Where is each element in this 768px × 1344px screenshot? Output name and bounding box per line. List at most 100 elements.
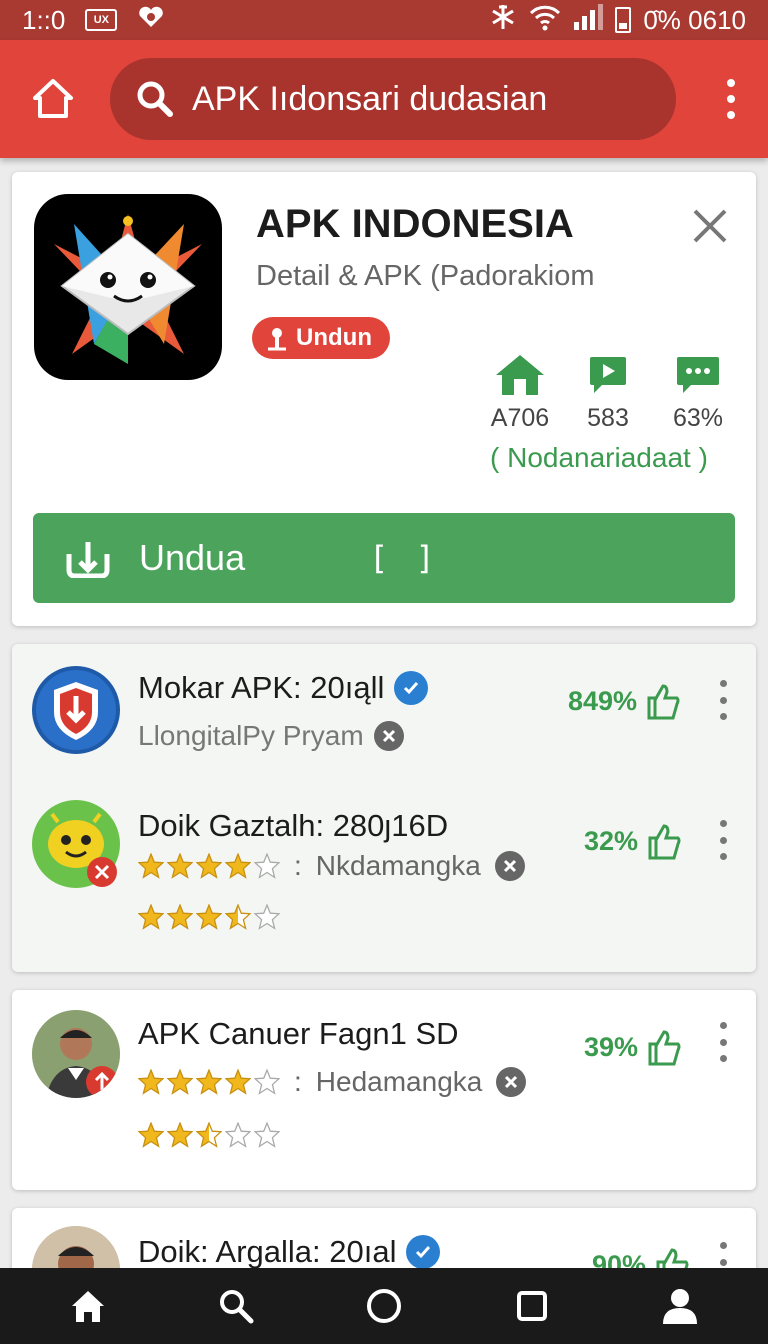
- star-icon: [138, 1069, 164, 1095]
- verified-icon: [394, 671, 429, 705]
- shield-app-icon: [32, 666, 120, 754]
- star-icon: [196, 853, 222, 879]
- star-icon: [225, 853, 251, 879]
- list-item-menu-button[interactable]: [716, 820, 730, 860]
- star-icon: [196, 1069, 222, 1095]
- star-icon: [196, 1122, 222, 1148]
- home-icon: [72, 1291, 104, 1322]
- download-icon: [66, 542, 110, 578]
- nav-recents-button[interactable]: [502, 1276, 562, 1336]
- wifi-icon: [529, 3, 561, 38]
- star-rating: [138, 1069, 280, 1095]
- secondary-star-rating: [138, 1122, 280, 1148]
- square-recents-icon: [517, 1291, 547, 1321]
- circle-home-icon: [367, 1289, 401, 1323]
- status-time: 1::0: [22, 4, 66, 35]
- home-button[interactable]: [22, 68, 84, 130]
- app-bar: APK Iıdonsari dudasian: [0, 40, 768, 158]
- rating-text: Nkdamangka: [315, 850, 481, 881]
- stats-note: ( Nodanariadaat ): [490, 442, 708, 473]
- list-item-menu-button[interactable]: [716, 1022, 730, 1062]
- star-icon: [225, 1122, 251, 1148]
- app-list-card: Mokar APK: 20ıąll LlongitalPy Pryam 849%…: [12, 644, 756, 972]
- list-item[interactable]: Doik Gaztalh: 280ȷ16D : Nkdamangka 32%: [12, 794, 756, 972]
- play-icon: [568, 352, 648, 398]
- star-icon: [225, 904, 251, 930]
- x-badge-icon: [494, 851, 525, 881]
- star-icon: [167, 853, 193, 879]
- x-badge-icon: [496, 1067, 527, 1097]
- download-label: Undua: [139, 537, 246, 578]
- star-icon: [167, 1122, 193, 1148]
- list-item-title: Doik Gaztalh: 280ȷ16D: [138, 808, 449, 843]
- star-icon: [254, 1122, 280, 1148]
- download-badge[interactable]: Undun: [252, 317, 390, 359]
- star-icon: [167, 1069, 193, 1095]
- list-item-percent: 32%: [584, 822, 682, 860]
- close-icon: [693, 209, 727, 243]
- star-icon: [225, 1069, 251, 1095]
- list-item-percent: 39%: [584, 1028, 682, 1066]
- app-title: APK INDONESIA: [256, 202, 574, 246]
- nav-circle-button[interactable]: [354, 1276, 414, 1336]
- list-item[interactable]: APK Canuer Fagn1 SD : Hedamangka 39%: [12, 990, 756, 1190]
- overflow-menu-button[interactable]: [716, 69, 746, 129]
- house-icon: [480, 352, 560, 398]
- heart-notification-icon: [137, 5, 165, 36]
- star-rating: [138, 853, 280, 879]
- stat-value: 63%: [672, 404, 724, 432]
- rating-line: : Nkdamangka: [138, 850, 525, 882]
- person-avatar: [32, 1010, 120, 1098]
- pin-icon: [268, 328, 286, 351]
- star-icon: [138, 853, 164, 879]
- android-app-icon: [32, 800, 120, 888]
- person-icon: [663, 1289, 697, 1324]
- x-badge-icon: [373, 721, 404, 751]
- star-icon: [196, 904, 222, 930]
- list-item-title: Doik: Argalla: 20ıal: [138, 1234, 441, 1270]
- stat-value: A706: [490, 404, 550, 432]
- star-icon: [167, 904, 193, 930]
- star-icon: [138, 1122, 164, 1148]
- app-detail-card: APK INDONESIA Detail & APK (Padorakiom U…: [12, 172, 756, 626]
- download-button[interactable]: Undua [ ]: [33, 513, 735, 603]
- bluetooth-icon: [489, 3, 517, 38]
- star-icon: [254, 1069, 280, 1095]
- nav-search-button[interactable]: [206, 1276, 266, 1336]
- thumbs-up-icon: [648, 1030, 681, 1066]
- star-icon: [138, 904, 164, 930]
- app-subtitle: Detail & APK (Padorakiom: [256, 260, 595, 292]
- nav-home-button[interactable]: [58, 1276, 118, 1336]
- list-item-title: APK Canuer Fagn1 SD: [138, 1016, 459, 1051]
- stat-plays: 583: [568, 352, 648, 433]
- list-item-title: Mokar APK: 20ıąll: [138, 670, 429, 706]
- battery-icon: [615, 7, 632, 33]
- search-text: APK Iıdonsari dudasian: [192, 79, 548, 118]
- thumbs-up-icon: [647, 684, 680, 720]
- house-outline-icon: [33, 79, 73, 118]
- thumbs-up-icon: [648, 824, 681, 860]
- list-item[interactable]: Mokar APK: 20ıąll LlongitalPy Pryam 849%: [12, 644, 756, 804]
- close-button[interactable]: [690, 206, 730, 246]
- list-item-menu-button[interactable]: [716, 680, 730, 720]
- search-icon: [220, 1290, 254, 1324]
- list-item-percent: 849%: [568, 682, 681, 720]
- stat-comments: 63%: [658, 352, 738, 433]
- rating-text: Hedamangka: [315, 1066, 483, 1097]
- chat-icon: [658, 352, 738, 398]
- nav-profile-button[interactable]: [650, 1276, 710, 1336]
- verified-icon: [406, 1235, 441, 1269]
- search-input[interactable]: APK Iıdonsari dudasian: [110, 58, 676, 140]
- signal-icon: [573, 3, 604, 37]
- badge-label: Undun: [296, 324, 372, 351]
- stat-installs: A706: [480, 352, 560, 433]
- star-icon: [254, 904, 280, 930]
- star-icon: [254, 853, 280, 879]
- secondary-star-rating: [138, 904, 280, 930]
- list-item-subtitle: LlongitalPy Pryam: [138, 720, 404, 752]
- notification-box-icon: UX: [85, 9, 118, 31]
- navigation-bar: [0, 1268, 768, 1344]
- search-icon: [136, 80, 174, 118]
- app-logo-icon: [34, 194, 222, 380]
- status-right-text: 0᷉% 0610: [643, 4, 746, 35]
